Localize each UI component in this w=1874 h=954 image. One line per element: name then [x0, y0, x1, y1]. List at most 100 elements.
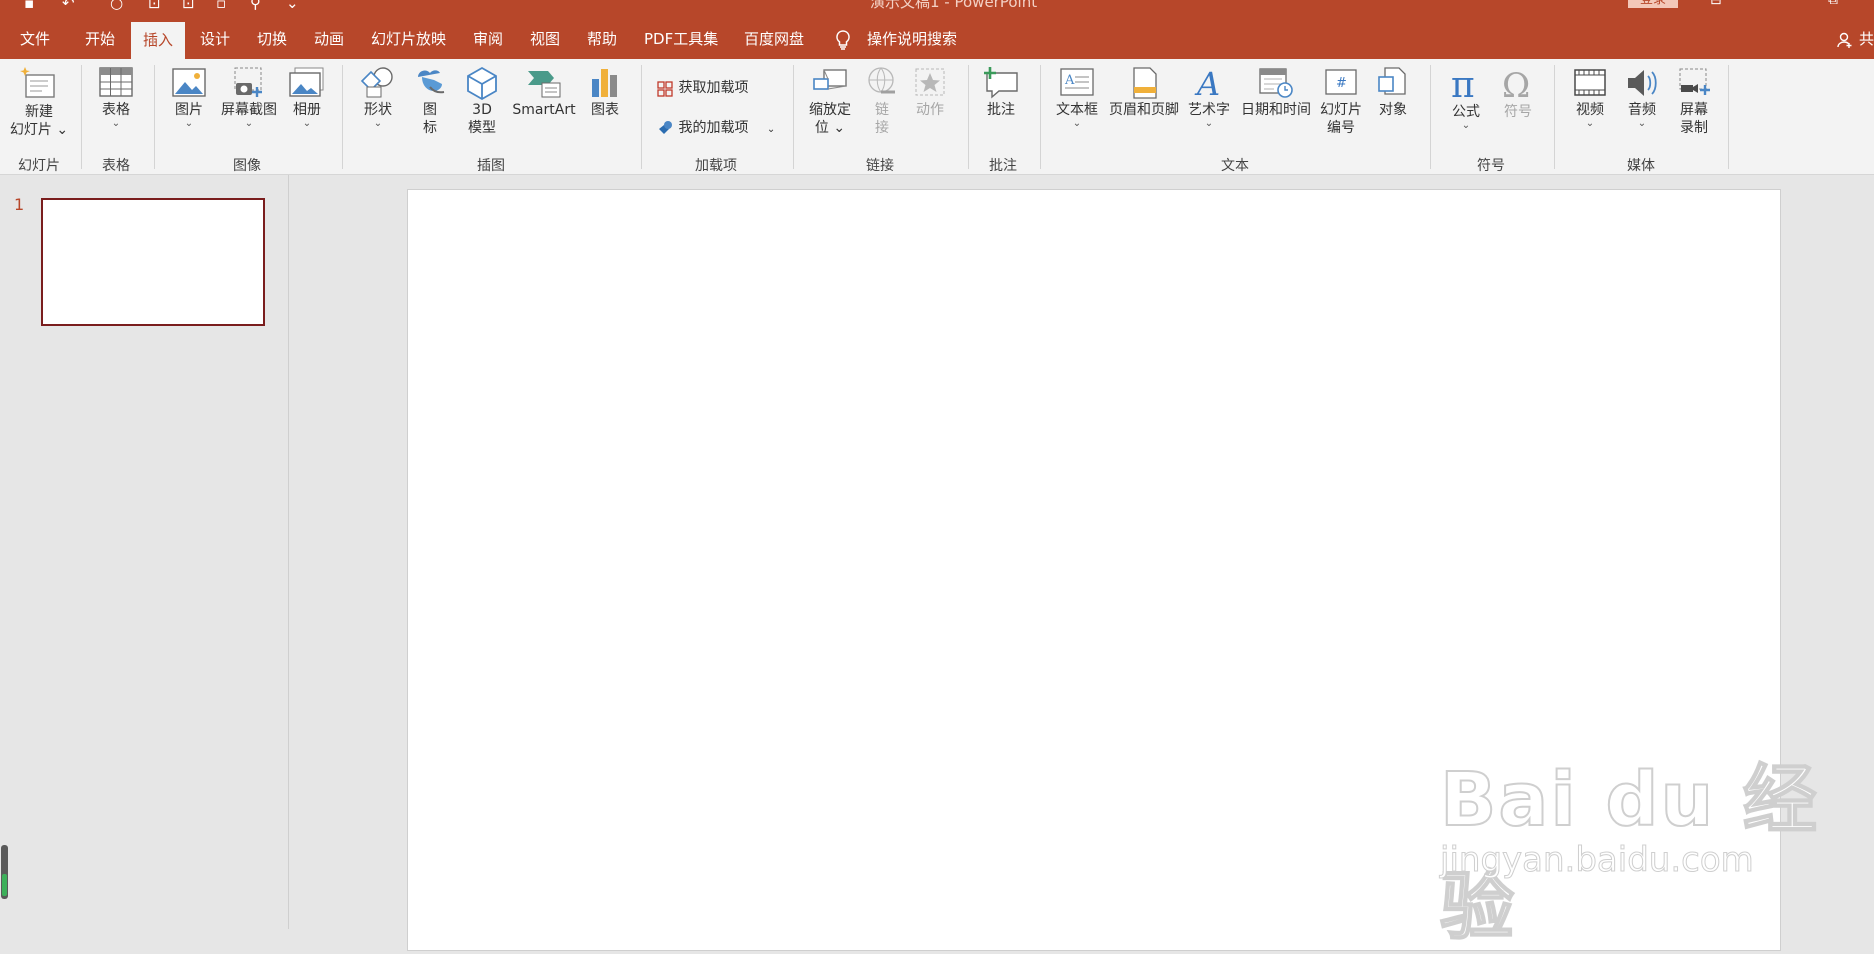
audio-button[interactable]: 音频 ⌄ [1620, 65, 1664, 129]
action-star-icon [915, 68, 945, 96]
link-icon [868, 67, 895, 94]
tab-baidu-netdisk[interactable]: 百度网盘 [744, 20, 804, 59]
share-button[interactable]: 共 [1836, 20, 1874, 59]
slide-thumbnail[interactable] [41, 198, 265, 326]
presentation-icon[interactable]: ⊡ [148, 0, 161, 12]
my-addins-button[interactable]: 我的加载项 ⌄ [656, 117, 775, 137]
group-label-symbols: 符号 [1477, 158, 1505, 174]
tab-view[interactable]: 视图 [530, 20, 560, 59]
save-icon[interactable]: ▪ [24, 0, 34, 12]
comment-button[interactable]: 批注 [978, 65, 1024, 119]
smartart-button[interactable]: SmartArt [508, 65, 580, 119]
table-button[interactable]: 表格 ⌄ [92, 65, 140, 129]
redo-icon[interactable]: ○ [110, 0, 123, 12]
group-label-addins: 加载项 [695, 158, 737, 174]
chart-button[interactable]: 图表 [586, 65, 624, 119]
tab-review[interactable]: 审阅 [473, 20, 503, 59]
wordart-icon: A [1194, 65, 1220, 101]
slide-number: 1 [14, 195, 25, 214]
ribbon-display-icon[interactable]: ⊟ [1710, 0, 1722, 8]
symbol-button[interactable]: Ω 符号 [1496, 65, 1540, 121]
photo-album-button[interactable]: 相册 ⌄ [286, 65, 328, 129]
group-label-comments: 批注 [989, 158, 1017, 174]
group-label-media: 媒体 [1627, 158, 1655, 174]
status-indicator [1, 845, 8, 899]
tab-file[interactable]: 文件 [20, 20, 50, 59]
svg-text:π: π [1451, 65, 1475, 103]
film-icon [1574, 69, 1606, 96]
tab-home[interactable]: 开始 [85, 20, 115, 59]
video-button[interactable]: 视频 ⌄ [1568, 65, 1612, 129]
document-title: 演示文稿1 - PowerPoint [870, 0, 1038, 11]
tab-pdf-tools[interactable]: PDF工具集 [644, 20, 718, 59]
icons-button[interactable]: 图 标 [408, 65, 452, 137]
new-slide-icon [20, 67, 55, 98]
group-label-text: 文本 [1221, 158, 1249, 174]
my-addins-icon [659, 121, 672, 134]
wordart-button[interactable]: A 艺术字 ⌄ [1186, 65, 1232, 129]
3d-models-button[interactable]: 3D 模型 [460, 65, 504, 137]
header-footer-icon [1133, 67, 1157, 99]
tab-slideshow[interactable]: 幻灯片放映 [371, 20, 446, 59]
svg-text:#: # [1336, 76, 1347, 91]
touch-mode-icon[interactable]: ⚲ [250, 0, 261, 12]
3d-cube-icon [467, 66, 497, 101]
svg-text:A: A [1194, 65, 1220, 101]
chart-icon [592, 69, 617, 97]
calendar-clock-icon [1259, 68, 1293, 98]
shapes-button[interactable]: 形状 ⌄ [356, 65, 400, 129]
link-button[interactable]: 链 接 [862, 65, 902, 137]
group-label-images: 图像 [233, 158, 261, 174]
watermark-url: jingyan.baidu.com [1440, 840, 1755, 881]
date-time-button[interactable]: 日期和时间 [1236, 65, 1316, 119]
ribbon-insert: 新建 幻灯片 ⌄ 幻灯片 表格 ⌄ 表格 图片 ⌄ 屏幕截图 ⌄ 相册 ⌄ 图像… [0, 59, 1874, 175]
slide-number-button[interactable]: # 幻灯片 编号 [1318, 65, 1364, 137]
my-addins-dropdown-icon[interactable]: ⌄ [767, 124, 775, 135]
tab-transitions[interactable]: 切换 [257, 20, 287, 59]
pi-icon: π [1451, 65, 1475, 103]
tab-design[interactable]: 设计 [200, 20, 230, 59]
group-label-tables: 表格 [102, 158, 130, 174]
customize-qat-icon[interactable]: ⌄ [286, 0, 299, 12]
lightbulb-icon [834, 20, 852, 59]
login-button[interactable]: 登录 [1628, 0, 1678, 8]
preview-icon[interactable]: ⊡ [182, 0, 195, 12]
zoom-icon [813, 69, 847, 90]
header-footer-button[interactable]: 页眉和页脚 [1106, 65, 1182, 119]
group-label-illustrations: 插图 [477, 158, 505, 174]
picture-button[interactable]: 图片 ⌄ [168, 65, 210, 129]
slide-thumbnail-pane: 1 [0, 175, 289, 929]
screenshot-button[interactable]: 屏幕截图 ⌄ [216, 65, 282, 129]
speaker-icon [1628, 70, 1657, 96]
slide-number-icon: # [1325, 69, 1357, 95]
tab-insert[interactable]: 插入 [131, 22, 185, 59]
screenshot-icon [234, 67, 262, 97]
new-slide-button[interactable]: 新建 幻灯片 ⌄ [8, 65, 70, 139]
undo-icon[interactable]: ↶ [62, 0, 75, 12]
picture-icon [172, 68, 206, 97]
screen-recording-icon [1679, 68, 1710, 95]
store-grid-icon [657, 81, 673, 97]
object-button[interactable]: 对象 [1372, 65, 1414, 119]
action-button[interactable]: 动作 [908, 65, 952, 119]
comment-icon [984, 67, 1018, 99]
table-icon [99, 67, 133, 97]
tab-animations[interactable]: 动画 [314, 20, 344, 59]
group-label-slides: 幻灯片 [18, 158, 60, 174]
equation-button[interactable]: π 公式 ⌄ [1444, 65, 1488, 131]
tell-me-search[interactable]: 操作说明搜索 [867, 20, 957, 59]
omega-icon: Ω [1502, 66, 1530, 103]
svg-text:A: A [1064, 73, 1075, 88]
restore-icon[interactable]: ⧉ [1828, 0, 1838, 8]
textbox-button[interactable]: A 文本框 ⌄ [1052, 65, 1102, 129]
object-icon [1378, 67, 1406, 95]
smartart-icon [528, 71, 561, 98]
ribbon-tab-bar: 文件 开始 插入 设计 切换 动画 幻灯片放映 审阅 视图 帮助 PDF工具集 … [0, 20, 1874, 59]
tab-help[interactable]: 帮助 [587, 20, 617, 59]
screen-recording-button[interactable]: 屏幕 录制 [1672, 65, 1716, 137]
new-file-icon[interactable]: ▫ [216, 0, 226, 12]
icons-icon [418, 70, 445, 94]
title-bar: ▪ ↶ ○ ⊡ ⊡ ▫ ⚲ ⌄ 演示文稿1 - PowerPoint 登录 ⊟ … [0, 0, 1874, 20]
zoom-button[interactable]: 缩放定 位 ⌄ [802, 65, 858, 137]
get-addins-button[interactable]: 获取加载项 [656, 77, 748, 97]
